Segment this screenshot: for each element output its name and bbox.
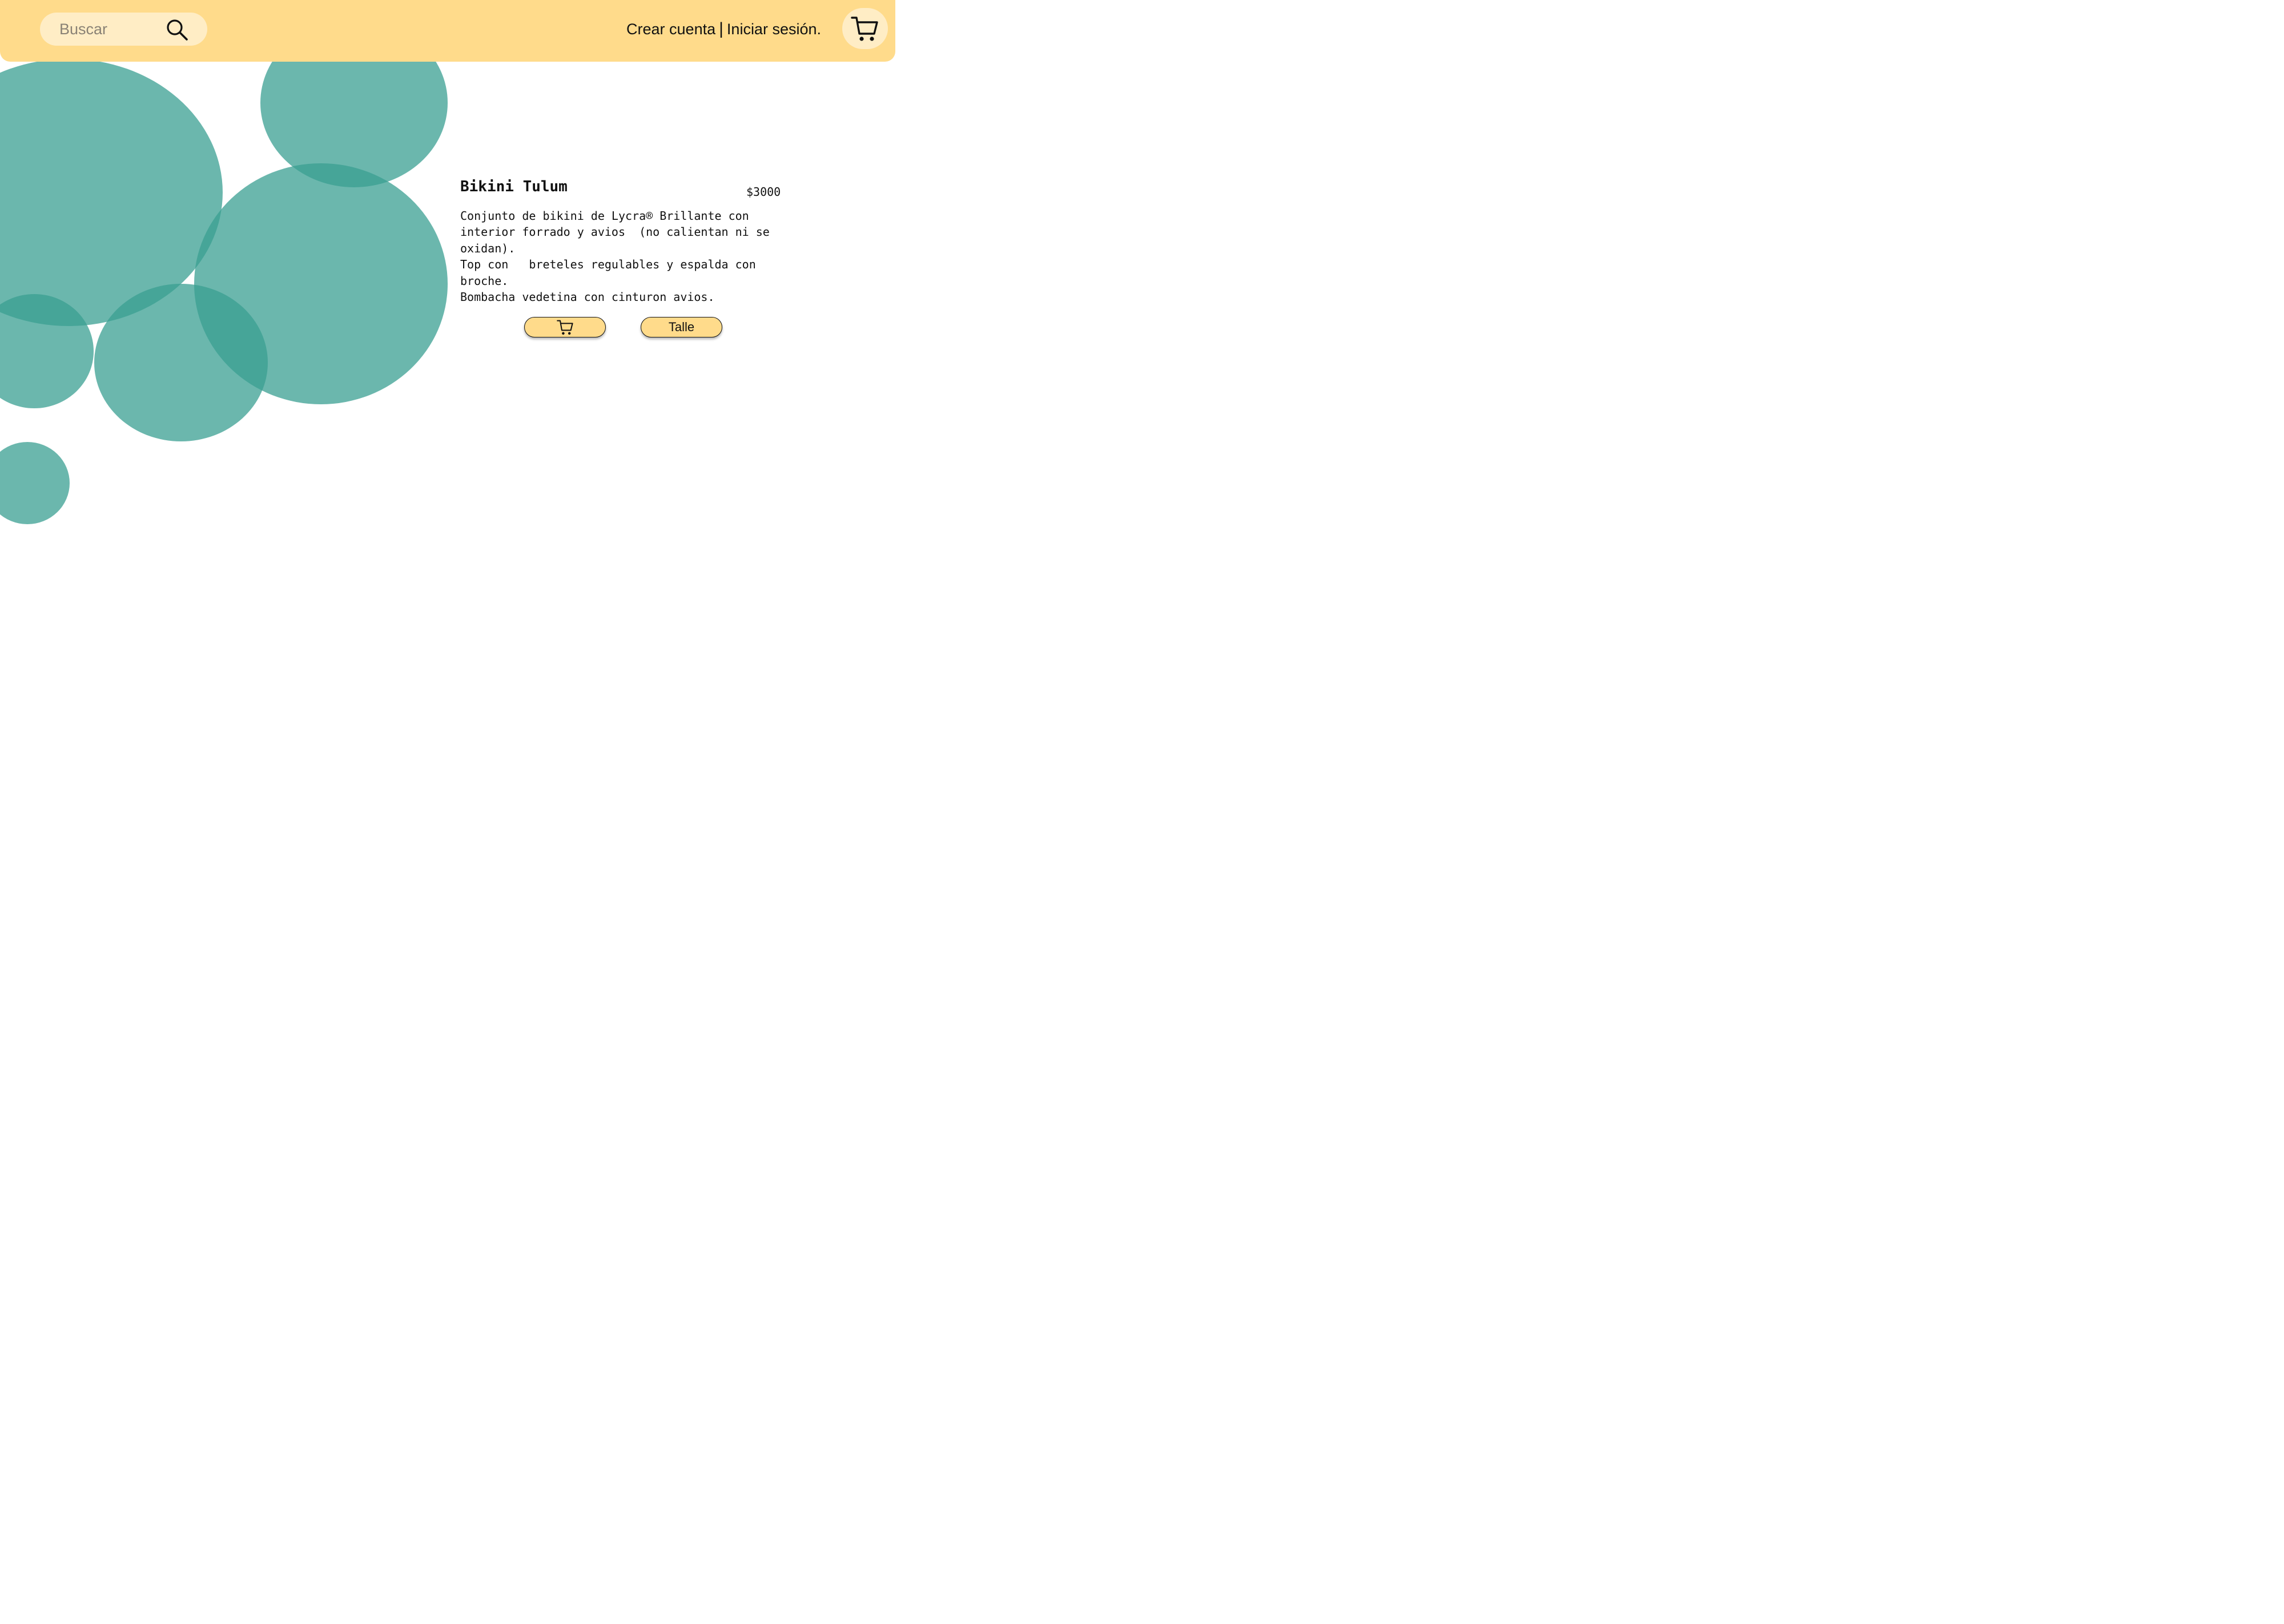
search-bar [40,13,207,46]
cart-icon [556,320,573,335]
add-to-cart-button[interactable] [524,317,606,337]
page: Crear cuenta|Iniciar sesión. Bikini Tulu… [0,0,895,637]
search-icon[interactable] [164,17,190,42]
product-description: Conjunto de bikini de Lycra® Brillante c… [460,209,770,304]
top-header: Crear cuenta|Iniciar sesión. [0,0,895,62]
search-input[interactable] [59,17,156,41]
product-price: $3000 [746,185,781,199]
header-cart-button[interactable] [842,8,888,49]
decorative-circle [94,284,268,441]
decorative-circles [0,18,448,524]
create-account-link[interactable]: Crear cuenta [626,21,715,38]
auth-separator: | [719,19,723,38]
cart-icon [851,17,878,41]
size-button[interactable]: Talle [641,317,722,337]
auth-links: Crear cuenta | Iniciar sesión. [626,21,821,38]
login-link[interactable]: Iniciar sesión. [727,21,821,38]
product-name: Bikini Tulum [460,178,568,195]
decorative-circle [0,442,70,524]
